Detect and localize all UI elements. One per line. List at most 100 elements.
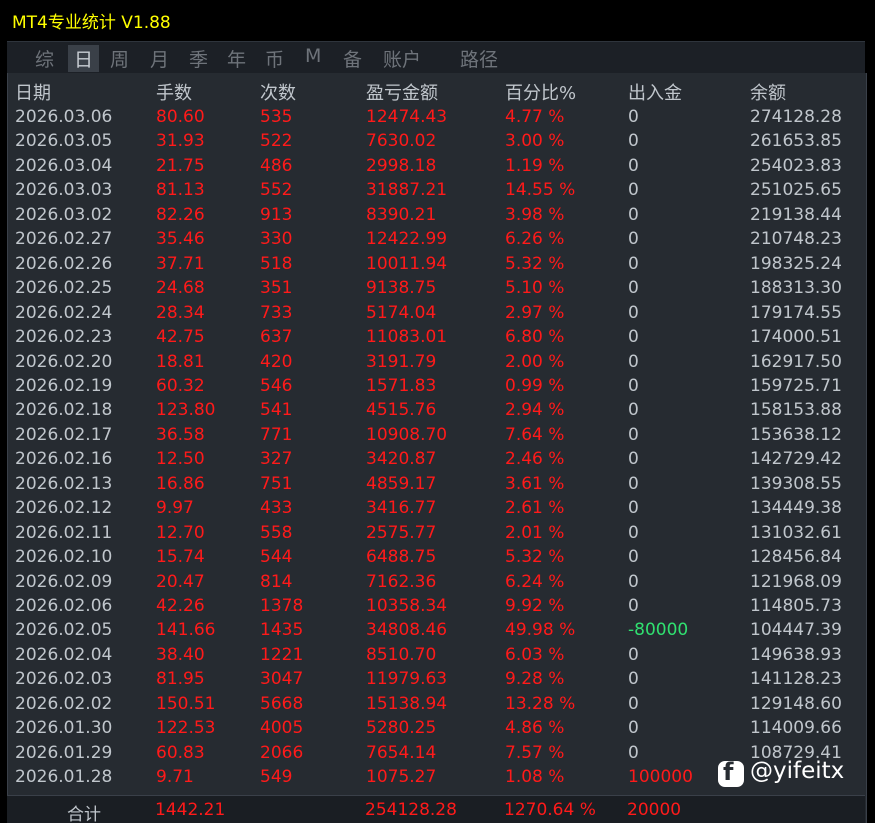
cell-date: 2026.02.19 [15, 375, 113, 396]
cell-deposit: 0 [628, 253, 639, 274]
cell-balance: 251025.65 [750, 180, 842, 201]
cell-count: 522 [260, 131, 293, 152]
cell-date: 2026.03.06 [15, 107, 113, 127]
cell-pct: 49.98 % [505, 620, 576, 641]
cell-date: 2026.02.04 [15, 644, 113, 665]
cell-count: 733 [260, 302, 293, 323]
cell-date: 2026.02.27 [15, 229, 113, 250]
cell-pl: 8390.21 [366, 204, 437, 225]
cell-count: 5668 [260, 693, 304, 714]
cell-pl: 12474.43 [366, 107, 448, 127]
cell-lots: 37.71 [156, 253, 205, 274]
table-row: 2026.02.17 36.58 771 10908.70 7.64 % 0 153638.… [8, 423, 866, 448]
facebook-icon: f [718, 758, 744, 787]
cell-pl: 7654.14 [366, 742, 437, 763]
cell-deposit: 0 [628, 204, 639, 225]
cell-date: 2026.02.09 [15, 571, 113, 592]
cell-balance: 129148.60 [750, 693, 842, 714]
table-row: 2026.02.10 15.74 544 6488.75 5.32 % 0 128456.8… [8, 545, 866, 570]
cell-lots: 28.34 [156, 302, 205, 323]
cell-pl: 7630.02 [366, 131, 437, 152]
cell-count: 1435 [260, 620, 304, 641]
tab-daily[interactable]: 日 [68, 45, 100, 72]
cell-date: 2026.02.12 [15, 498, 113, 519]
tab-m[interactable]: M [305, 45, 321, 67]
cell-pl: 3191.79 [366, 351, 437, 372]
tab-notes[interactable]: 备 [343, 45, 362, 72]
cell-pl: 6488.75 [366, 547, 437, 568]
cell-lots: 31.93 [156, 131, 205, 152]
tab-summary[interactable]: 综 [35, 45, 54, 72]
cell-deposit: 0 [628, 498, 639, 519]
cell-lots: 20.47 [156, 571, 205, 592]
tab-quarterly[interactable]: 季 [189, 45, 208, 72]
cell-pl: 3416.77 [366, 498, 437, 519]
cell-pl: 8510.70 [366, 644, 437, 665]
total-lots: 1442.21 [155, 800, 226, 820]
cell-count: 549 [260, 767, 293, 788]
cell-pct: 9.28 % [505, 669, 565, 690]
cell-date: 2026.02.23 [15, 327, 113, 348]
cell-date: 2026.03.05 [15, 131, 113, 152]
cell-deposit: 0 [628, 669, 639, 690]
tab-yearly[interactable]: 年 [227, 45, 246, 72]
cell-deposit: 0 [628, 400, 639, 421]
tab-path[interactable]: 路径 [460, 45, 498, 72]
cell-count: 3047 [260, 669, 304, 690]
table-header: 日期 手数 次数 盈亏金额 百分比% 出入金 余额 [8, 79, 866, 104]
cell-count: 751 [260, 473, 293, 494]
cell-lots: 42.26 [156, 596, 205, 616]
table-row: 2026.03.06 80.60 535 12474.43 4.77 % 0 274128.… [8, 105, 866, 130]
cell-deposit: 0 [628, 302, 639, 323]
cell-pl: 11979.63 [366, 669, 448, 690]
cell-balance: 254023.83 [750, 155, 842, 176]
cell-pl: 4515.76 [366, 400, 437, 421]
cell-deposit: 0 [628, 473, 639, 494]
cell-balance: 149638.93 [750, 644, 842, 665]
cell-lots: 35.46 [156, 229, 205, 250]
tab-monthly[interactable]: 月 [150, 45, 169, 72]
cell-balance: 128456.84 [750, 547, 842, 568]
cell-pct: 1.08 % [505, 767, 565, 788]
tab-currency[interactable]: 币 [265, 45, 284, 72]
cell-lots: 81.95 [156, 669, 205, 690]
table-row: 2026.03.04 21.75 486 2998.18 1.19 % 0 254023.8… [8, 154, 866, 179]
cell-count: 552 [260, 180, 293, 201]
cell-date: 2026.02.18 [15, 400, 113, 421]
table-row: 2026.02.03 81.95 3047 11979.63 9.28 % 0 141128… [8, 667, 866, 692]
cell-pct: 14.55 % [505, 180, 576, 201]
table-row: 2026.02.19 60.32 546 1571.83 0.99 % 0 159725.7… [8, 374, 866, 399]
cell-pl: 10908.70 [366, 424, 448, 445]
cell-pl: 2575.77 [366, 522, 437, 543]
table-row: 2026.03.02 82.26 913 8390.21 3.98 % 0 219138.4… [8, 203, 866, 228]
cell-pct: 2.01 % [505, 522, 565, 543]
tab-weekly[interactable]: 周 [110, 45, 129, 72]
cell-balance: 261653.85 [750, 131, 842, 152]
cell-lots: 36.58 [156, 424, 205, 445]
cell-pct: 5.32 % [505, 253, 565, 274]
table-row: 2026.02.24 28.34 733 5174.04 2.97 % 0 179174.5… [8, 301, 866, 326]
cell-count: 330 [260, 229, 293, 250]
cell-pct: 3.61 % [505, 473, 565, 494]
stats-window: MT4专业统计 V1.88 综 日 周 月 季 年 币 M 备 账户 路径 日期… [0, 0, 875, 823]
cell-lots: 60.83 [156, 742, 205, 763]
cell-date: 2026.02.20 [15, 351, 113, 372]
cell-pct: 7.57 % [505, 742, 565, 763]
tab-account[interactable]: 账户 [383, 45, 421, 72]
cell-balance: 153638.12 [750, 424, 842, 445]
cell-count: 1221 [260, 644, 304, 665]
cell-pl: 4859.17 [366, 473, 437, 494]
cell-lots: 12.70 [156, 522, 205, 543]
cell-pct: 2.97 % [505, 302, 565, 323]
header-balance: 余额 [750, 83, 786, 104]
cell-count: 913 [260, 204, 293, 225]
cell-pl: 5280.25 [366, 718, 437, 739]
cell-count: 637 [260, 327, 293, 348]
table-row: 2026.02.23 42.75 637 11083.01 6.80 % 0 174000.… [8, 325, 866, 350]
cell-pl: 31887.21 [366, 180, 448, 201]
cell-count: 544 [260, 547, 293, 568]
cell-count: 433 [260, 498, 293, 519]
cell-count: 1378 [260, 596, 304, 616]
total-row: 合计 1442.21 254128.28 1270.64 % 20000 [7, 795, 865, 823]
cell-lots: 122.53 [156, 718, 216, 739]
